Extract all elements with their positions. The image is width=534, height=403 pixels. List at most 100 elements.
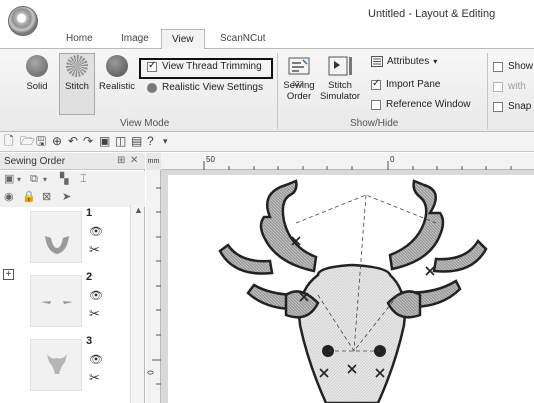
stitch-button[interactable]: Stitch bbox=[61, 55, 93, 92]
item-thumbnail bbox=[30, 275, 82, 327]
list-item[interactable]: 3 👁 ✂ bbox=[0, 333, 130, 395]
with-label: with bbox=[508, 81, 526, 92]
attributes-label: Attributes bbox=[387, 56, 430, 67]
snap-checkbox[interactable]: Snap bbox=[493, 101, 531, 112]
eye-icon[interactable]: 👁 bbox=[89, 289, 103, 302]
lock-icon[interactable]: 🔒 bbox=[22, 191, 36, 204]
attributes-icon bbox=[371, 56, 383, 67]
thumbnail-eyes-icon bbox=[41, 301, 73, 304]
reference-window-check[interactable] bbox=[371, 99, 381, 110]
stitch-simulator-button[interactable]: Stitch Simulator bbox=[318, 55, 362, 102]
window-icon[interactable]: ◫ bbox=[115, 134, 126, 148]
realistic-settings-icon bbox=[147, 82, 157, 93]
new-file-icon[interactable]: 🗋 bbox=[4, 134, 14, 148]
show-check[interactable] bbox=[493, 61, 503, 72]
show-hide-group-label: Show/Hide bbox=[350, 118, 399, 129]
design-canvas[interactable]: 50 0 mm 0 bbox=[146, 153, 534, 403]
chevron-down-icon[interactable]: ▾ bbox=[17, 173, 21, 186]
tab-image[interactable]: Image bbox=[121, 33, 149, 44]
embroidery-hoop bbox=[168, 175, 534, 403]
stitch-simulator-label-line2: Simulator bbox=[319, 91, 361, 102]
pin-icon[interactable]: ⊞ bbox=[117, 155, 125, 166]
expand-icon[interactable]: ⌶ bbox=[80, 173, 87, 186]
snap-check[interactable] bbox=[493, 101, 503, 112]
group-icon[interactable]: ⧉ bbox=[30, 173, 38, 186]
eye-icon[interactable]: 👁 bbox=[89, 225, 103, 238]
sewing-order-icon bbox=[288, 57, 310, 75]
scroll-up-icon[interactable]: ▲ bbox=[134, 205, 143, 215]
thumbnail-antlers-icon bbox=[45, 236, 69, 254]
ruler-unit: mm bbox=[146, 153, 161, 170]
import-pane-check[interactable] bbox=[371, 78, 381, 90]
with-checkbox[interactable]: with bbox=[493, 81, 526, 92]
chevron-down-icon[interactable]: ▾ bbox=[43, 173, 47, 186]
import-pane-checkbox[interactable]: Import Pane bbox=[371, 78, 441, 90]
help-icon[interactable]: ? bbox=[147, 134, 154, 148]
with-check[interactable] bbox=[493, 81, 503, 92]
undo-icon[interactable]: ↶ bbox=[68, 134, 78, 148]
item-thumbnail bbox=[30, 339, 82, 391]
tab-home[interactable]: Home bbox=[66, 33, 93, 44]
solid-view-icon bbox=[26, 55, 48, 77]
solid-button[interactable]: Solid bbox=[22, 55, 52, 92]
window-title: Untitled - Layout & Editing bbox=[368, 8, 496, 20]
customize-toolbar-icon[interactable]: ▾ bbox=[163, 134, 168, 148]
attributes-button[interactable]: Attributes ▾ bbox=[371, 56, 437, 67]
group-separator bbox=[277, 53, 278, 129]
stitch-label: Stitch bbox=[65, 81, 89, 92]
thumbnail-head-icon bbox=[47, 354, 67, 374]
item-number: 2 bbox=[86, 271, 93, 283]
simulator-badge: 123 bbox=[292, 81, 304, 88]
trim-icon[interactable]: ⊠ bbox=[42, 191, 51, 204]
sewing-order-label-line2: Order bbox=[286, 91, 312, 102]
layout-icon[interactable]: ▤ bbox=[131, 134, 142, 148]
list-item[interactable]: 1 👁 ✂ bbox=[0, 205, 130, 267]
redo-icon[interactable]: ↷ bbox=[83, 134, 93, 148]
show-label: Show bbox=[508, 61, 534, 72]
sewing-order-button[interactable]: Sewing Order bbox=[282, 55, 316, 102]
reference-window-checkbox[interactable]: Reference Window bbox=[371, 99, 470, 110]
ruler-ticks bbox=[203, 161, 512, 170]
eye-icon[interactable]: ◉ bbox=[4, 191, 14, 204]
scissors-icon[interactable]: ✂ bbox=[89, 370, 100, 386]
tab-view[interactable]: View bbox=[161, 29, 205, 49]
item-number: 3 bbox=[86, 335, 93, 347]
realistic-view-icon bbox=[106, 55, 128, 77]
scissors-icon[interactable]: ✂ bbox=[89, 306, 100, 322]
list-item[interactable]: + 2 👁 ✂ bbox=[0, 269, 130, 331]
quick-access-toolbar: 🗋 🗁 🖫 ⊕ ↶ ↷ ▣ ◫ ▤ ? ▾ bbox=[0, 132, 534, 152]
zoom-icon[interactable]: ⊕ bbox=[52, 134, 62, 148]
realistic-label: Realistic bbox=[99, 81, 135, 92]
reference-window-label: Reference Window bbox=[386, 99, 471, 110]
sewing-order-pane-header: Sewing Order ⊞ ✕ bbox=[0, 153, 145, 170]
sewing-order-pane-title: Sewing Order bbox=[4, 156, 66, 167]
eye-icon[interactable]: 👁 bbox=[89, 353, 103, 366]
sewing-order-pane: Sewing Order ⊞ ✕ ▣ ▾ ⧉ ▾ ▚ ⌶ ◉ 🔒 ⊠ ➤ 1 👁… bbox=[0, 153, 145, 403]
solid-label: Solid bbox=[26, 81, 48, 92]
item-thumbnail bbox=[30, 211, 82, 263]
expand-icon[interactable]: + bbox=[3, 269, 14, 280]
application-menu-button[interactable] bbox=[8, 6, 38, 36]
chevron-down-icon: ▾ bbox=[433, 57, 438, 66]
save-icon[interactable]: 🖫 bbox=[36, 134, 46, 148]
tab-scanncut[interactable]: ScanNCut bbox=[220, 33, 266, 44]
merge-icon[interactable]: ▚ bbox=[60, 173, 68, 186]
title-bar: Untitled - Layout & Editing bbox=[0, 0, 534, 36]
open-folder-icon[interactable]: 🗁 bbox=[20, 134, 35, 148]
view-icon[interactable]: ▣ bbox=[99, 134, 110, 148]
import-pane-label: Import Pane bbox=[386, 79, 441, 90]
scissors-icon[interactable]: ✂ bbox=[89, 242, 100, 258]
close-icon[interactable]: ✕ bbox=[130, 155, 138, 166]
cursor-icon[interactable]: ➤ bbox=[62, 191, 71, 204]
callout-highlight-box bbox=[139, 58, 273, 79]
item-number: 1 bbox=[86, 207, 93, 219]
sewing-order-scrollbar[interactable]: ▲ bbox=[130, 205, 144, 403]
sort-icon[interactable]: ▣ bbox=[4, 173, 14, 186]
ruler-horizontal: 50 0 bbox=[146, 153, 534, 170]
stitch-view-icon bbox=[66, 55, 88, 77]
sewing-order-list: 1 👁 ✂ + 2 👁 ✂ 3 👁 ✂ bbox=[0, 205, 145, 403]
ruler-ticks-vertical bbox=[152, 187, 161, 385]
show-checkbox[interactable]: Show bbox=[493, 61, 533, 72]
realistic-button[interactable]: Realistic bbox=[97, 55, 137, 92]
realistic-view-settings-button[interactable]: Realistic View Settings bbox=[147, 82, 263, 93]
